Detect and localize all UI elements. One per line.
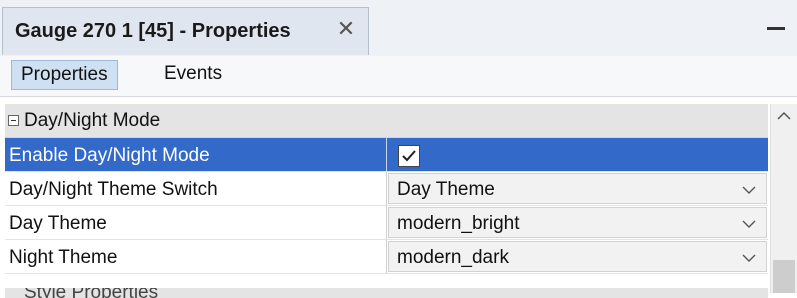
subtab-bar: Properties Events	[0, 56, 797, 97]
checkmark-icon	[402, 150, 416, 162]
dropdown-value: modern_bright	[397, 213, 520, 234]
day-theme-dropdown[interactable]: modern_bright	[388, 207, 767, 238]
category-row-partial[interactable]: Style Properties	[5, 288, 768, 298]
subtab-events[interactable]: Events	[155, 60, 231, 90]
property-name: Night Theme	[9, 247, 118, 268]
chevron-down-icon[interactable]	[742, 252, 756, 264]
subtab-properties[interactable]: Properties	[11, 60, 118, 90]
property-value-cell: modern_bright	[386, 206, 768, 239]
chevron-down-icon[interactable]	[742, 218, 756, 230]
scroll-thumb[interactable]	[773, 260, 795, 293]
category-label: Day/Night Mode	[24, 110, 161, 131]
property-row-enable-day-night[interactable]: Enable Day/Night Mode	[5, 138, 768, 172]
property-row-night-theme[interactable]: Night Theme modern_dark	[5, 240, 768, 274]
property-grid: Day/Night Mode Enable Day/Night Mode Day…	[5, 104, 768, 274]
enable-day-night-checkbox[interactable]	[398, 145, 420, 167]
property-name: Day Theme	[9, 213, 107, 234]
category-row-day-night[interactable]: Day/Night Mode	[5, 104, 768, 138]
properties-tab[interactable]: Gauge 270 1 [45] - Properties ✕	[2, 7, 369, 55]
dropdown-value: Day Theme	[397, 179, 495, 200]
property-name: Day/Night Theme Switch	[9, 179, 218, 200]
category-label: Style Properties	[24, 288, 158, 298]
collapse-icon[interactable]	[8, 115, 19, 126]
property-value-cell: Day Theme	[386, 172, 768, 205]
dropdown-value: modern_dark	[397, 247, 509, 268]
vertical-scrollbar[interactable]	[770, 104, 797, 293]
property-row-theme-switch[interactable]: Day/Night Theme Switch Day Theme	[5, 172, 768, 206]
property-value-cell: modern_dark	[386, 240, 768, 273]
scroll-up-arrow-icon[interactable]	[771, 104, 797, 128]
property-value-cell	[386, 138, 768, 171]
close-icon[interactable]: ✕	[333, 16, 359, 42]
minimize-icon[interactable]	[762, 16, 790, 40]
property-row-day-theme[interactable]: Day Theme modern_bright	[5, 206, 768, 240]
theme-switch-dropdown[interactable]: Day Theme	[388, 173, 767, 204]
tab-title: Gauge 270 1 [45] - Properties	[15, 20, 291, 42]
night-theme-dropdown[interactable]: modern_dark	[388, 241, 767, 272]
tab-bar: Gauge 270 1 [45] - Properties ✕	[0, 0, 797, 57]
property-name: Enable Day/Night Mode	[9, 145, 210, 166]
chevron-down-icon[interactable]	[742, 184, 756, 196]
